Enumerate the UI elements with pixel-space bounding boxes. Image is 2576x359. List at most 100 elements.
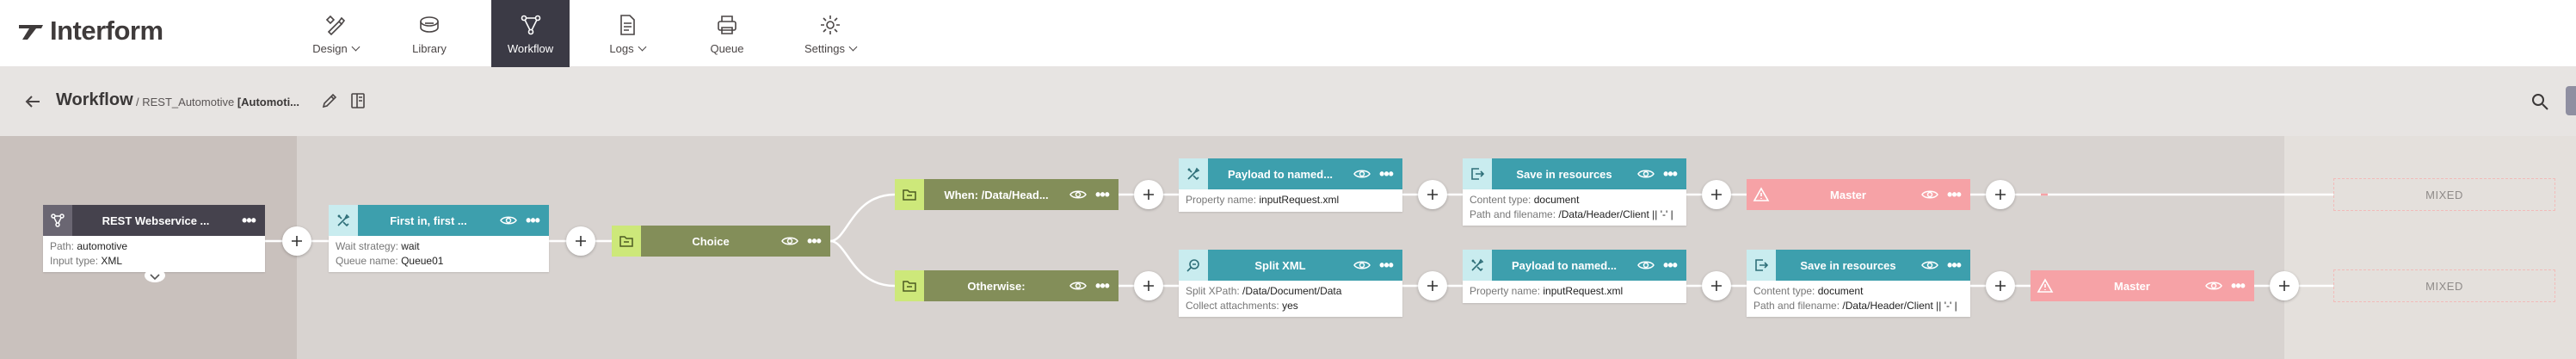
top-navigation-bar: Interform Design Library Workflow Logs Q…: [0, 0, 2576, 67]
add-step-button[interactable]: [2270, 271, 2299, 300]
nav-settings[interactable]: Settings: [786, 0, 874, 67]
folder-icon: [895, 179, 924, 210]
properties-panel-icon[interactable]: [348, 91, 367, 110]
nav-workflow[interactable]: Workflow: [491, 0, 570, 67]
node-rest-details: Path: automotive Input type: XML: [43, 236, 265, 272]
detail-label: Split XPath:: [1186, 285, 1240, 297]
node-choice[interactable]: Choice •••: [612, 226, 830, 257]
nav-library[interactable]: Library: [394, 0, 465, 67]
more-options-icon[interactable]: •••: [1944, 185, 1963, 204]
more-options-icon[interactable]: •••: [1377, 164, 1396, 183]
add-step-button[interactable]: [1702, 180, 1731, 209]
nav-logs-label: Logs: [609, 41, 634, 55]
node-save-in-resources[interactable]: Save in resources •••: [1463, 158, 1686, 189]
page-header: Workflow / REST_Automotive [Automoti...: [0, 67, 2576, 136]
node-master[interactable]: Master •••: [2031, 270, 2254, 301]
detail-label: Path and filename:: [1470, 208, 1556, 220]
search-icon[interactable]: [2530, 91, 2550, 112]
save-export-icon: [1747, 250, 1776, 281]
chevron-down-icon: [638, 42, 647, 51]
node-payload-to-named[interactable]: Payload to named... •••: [1463, 250, 1686, 281]
node-title: Otherwise:: [967, 279, 1026, 293]
nav-design[interactable]: Design: [298, 0, 373, 67]
node-save2-details: Content type: document Path and filename…: [1747, 281, 1970, 317]
interform-logo[interactable]: Interform: [17, 15, 163, 46]
more-options-icon[interactable]: •••: [1377, 256, 1396, 275]
page-title: Workflow: [56, 90, 133, 109]
side-panel-toggle[interactable]: [2566, 86, 2576, 115]
eye-icon[interactable]: [1353, 256, 1371, 275]
nav-settings-label: Settings: [804, 41, 845, 55]
detail-value: yes: [1282, 300, 1298, 312]
detail-label: Property name:: [1186, 194, 1257, 206]
warning-icon: [1747, 179, 1776, 210]
add-step-button[interactable]: [1134, 180, 1163, 209]
add-step-button[interactable]: [1134, 271, 1163, 300]
node-rest-webservice[interactable]: REST Webservice ... •••: [43, 205, 265, 236]
eye-icon[interactable]: [1636, 164, 1655, 183]
collapse-details-toggle[interactable]: [143, 270, 167, 286]
workflow-icon: [521, 15, 540, 34]
more-options-icon[interactable]: •••: [1944, 256, 1963, 275]
nav-design-label: Design: [312, 41, 348, 55]
node-first-in-first-out[interactable]: First in, first ... •••: [329, 205, 549, 236]
add-step-button[interactable]: [1418, 271, 1447, 300]
workflow-canvas[interactable]: REST Webservice ... ••• Path: automotive…: [0, 136, 2576, 359]
node-payload1-details: Property name: inputRequest.xml: [1179, 189, 1402, 212]
add-step-button[interactable]: [1986, 271, 2015, 300]
more-options-icon[interactable]: •••: [1661, 256, 1679, 275]
more-options-icon[interactable]: •••: [1093, 185, 1112, 204]
add-step-button[interactable]: [1702, 271, 1731, 300]
edit-pencil-icon[interactable]: [320, 91, 339, 110]
eye-icon[interactable]: [1920, 256, 1939, 275]
node-split-xml[interactable]: Split XML •••: [1179, 250, 1402, 281]
more-options-icon[interactable]: •••: [239, 211, 258, 230]
folder-icon: [612, 226, 641, 257]
node-payload2-details: Property name: inputRequest.xml: [1463, 281, 1686, 303]
add-step-button[interactable]: [566, 226, 595, 256]
detail-label: Queue name:: [336, 255, 398, 267]
node-when-branch[interactable]: When: /Data/Head... •••: [895, 179, 1119, 210]
add-step-button[interactable]: [282, 226, 311, 256]
output-placeholder-mixed[interactable]: MIXED: [2333, 269, 2555, 302]
save-export-icon: [1463, 158, 1492, 189]
node-payload-to-named[interactable]: Payload to named... •••: [1179, 158, 1402, 189]
eye-icon[interactable]: [1069, 276, 1088, 295]
queue-icon: [718, 15, 736, 34]
add-step-button[interactable]: [1986, 180, 2015, 209]
eye-icon[interactable]: [780, 232, 799, 251]
node-save-in-resources[interactable]: Save in resources •••: [1747, 250, 1970, 281]
more-options-icon[interactable]: •••: [804, 232, 823, 251]
node-title: Save in resources: [1800, 258, 1896, 272]
detail-value: /Data/Document/Data: [1242, 285, 1342, 297]
more-options-icon[interactable]: •••: [1093, 276, 1112, 295]
nav-library-label: Library: [412, 41, 447, 55]
more-options-icon[interactable]: •••: [1661, 164, 1679, 183]
detail-value: inputRequest.xml: [1543, 285, 1624, 297]
eye-icon[interactable]: [1069, 185, 1088, 204]
add-step-button[interactable]: [1418, 180, 1447, 209]
detail-value: automotive: [77, 240, 128, 252]
chevron-down-icon: [351, 42, 361, 51]
eye-icon[interactable]: [499, 211, 518, 230]
eye-icon[interactable]: [1636, 256, 1655, 275]
node-otherwise-branch[interactable]: Otherwise: •••: [895, 270, 1119, 301]
output-placeholder-mixed[interactable]: MIXED: [2333, 178, 2555, 211]
detail-value: XML: [101, 255, 123, 267]
back-arrow-icon[interactable]: [22, 91, 43, 112]
detail-value: inputRequest.xml: [1259, 194, 1340, 206]
detail-value: document: [1817, 285, 1864, 297]
detail-label: Property name:: [1470, 285, 1541, 297]
nav-queue[interactable]: Queue: [695, 0, 759, 67]
node-master[interactable]: Master •••: [1747, 179, 1970, 210]
breadcrumb-workflow-name: REST_Automotive: [142, 96, 235, 108]
eye-icon[interactable]: [2204, 276, 2223, 295]
eye-icon[interactable]: [1353, 164, 1371, 183]
more-options-icon[interactable]: •••: [523, 211, 542, 230]
detail-label: Collect attachments:: [1186, 300, 1279, 312]
detail-value: /Data/Header/Client || '-' |: [1842, 300, 1957, 312]
nav-logs[interactable]: Logs: [594, 0, 661, 67]
more-options-icon[interactable]: •••: [2228, 276, 2247, 295]
eye-icon[interactable]: [1920, 185, 1939, 204]
logo-mark-icon: [19, 25, 43, 40]
